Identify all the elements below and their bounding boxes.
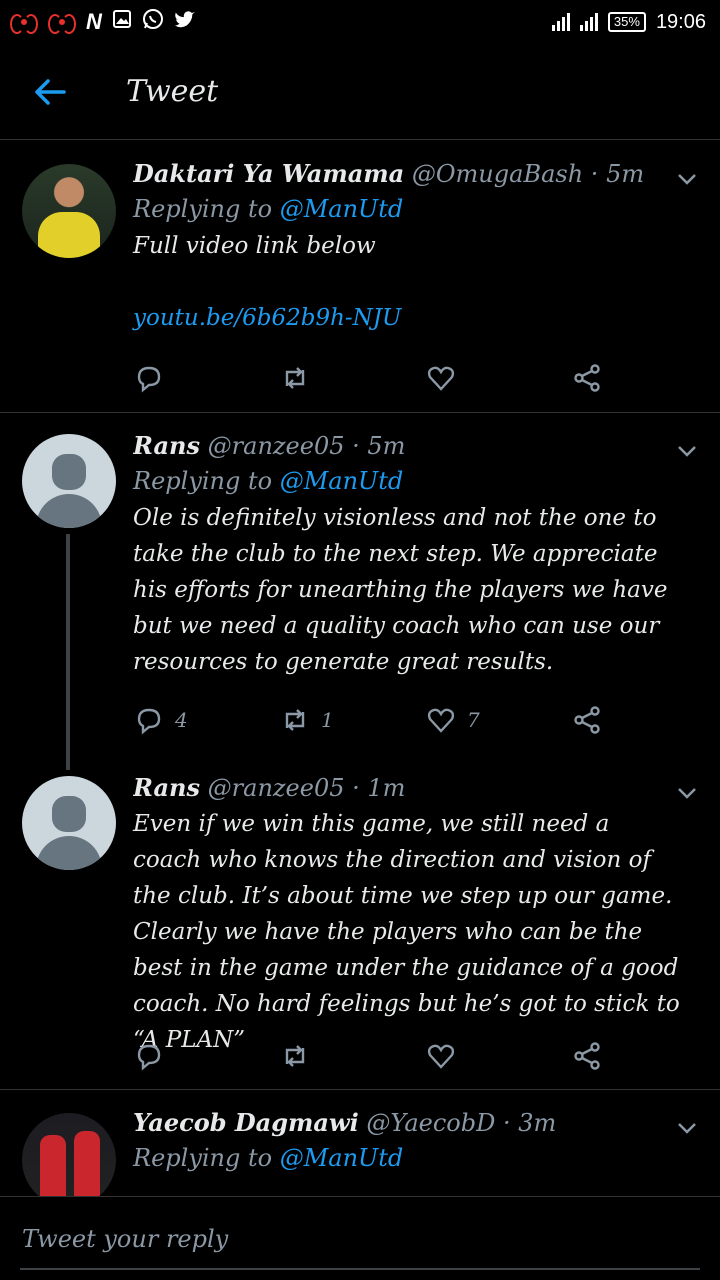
radio-broadcast-icon (10, 14, 38, 34)
tweet[interactable]: Rans @ranzee05 · 1m Even if we win this … (0, 760, 720, 1090)
like-button[interactable]: 7 (425, 700, 571, 740)
composer-underline (20, 1268, 700, 1270)
like-button[interactable] (425, 1036, 571, 1076)
share-icon (574, 1042, 600, 1070)
reply-input[interactable] (22, 1219, 698, 1259)
tweet-time: 5m (606, 160, 645, 188)
video-link[interactable]: youtu.be/6b62b9h-NJU (133, 300, 680, 336)
tweet-actions (133, 358, 613, 398)
avatar[interactable] (22, 434, 116, 528)
status-bar: N 35% 19:06 (0, 0, 720, 44)
tweet-time: 1m (367, 774, 406, 802)
user-handle: @YaecobD (366, 1109, 496, 1137)
tweet-header: Daktari Ya Wamama @OmugaBash · 5m (133, 159, 645, 188)
display-name[interactable]: Yaecob Dagmawi (133, 1108, 359, 1137)
retweet-button[interactable] (279, 358, 425, 398)
retweet-icon (285, 1045, 305, 1067)
display-name[interactable]: Rans (133, 431, 200, 460)
reply-icon (137, 708, 161, 735)
replying-to: Replying to @ManUtd (133, 195, 404, 223)
tweet[interactable]: Daktari Ya Wamama @OmugaBash · 5m Replyi… (0, 140, 720, 413)
mention-link[interactable]: @ManUtd (280, 467, 404, 495)
retweet-icon (285, 367, 305, 389)
mention-link[interactable]: @ManUtd (280, 1144, 404, 1172)
reply-icon (137, 1044, 161, 1071)
avatar[interactable] (22, 1113, 116, 1196)
reply-count: 4 (175, 708, 188, 732)
reply-icon (137, 366, 161, 393)
user-handle: @OmugaBash (411, 160, 584, 188)
top-bar: Tweet (0, 44, 720, 140)
like-count: 7 (467, 708, 480, 732)
share-icon (574, 706, 600, 734)
reply-button[interactable] (133, 358, 279, 398)
arrow-left-icon (35, 78, 66, 105)
radio-broadcast-icon (48, 14, 76, 34)
n-app-icon: N (86, 9, 102, 34)
tweet[interactable]: Yaecob Dagmawi @YaecobD · 3m Replying to… (0, 1091, 720, 1196)
retweet-button[interactable]: 1 (279, 700, 425, 740)
heart-icon (427, 708, 455, 733)
replying-to: Replying to @ManUtd (133, 467, 404, 495)
signal-strength-icon (579, 13, 598, 31)
tweet-header: Rans @ranzee05 · 5m (133, 431, 406, 460)
twitter-icon (174, 9, 196, 35)
heart-icon (427, 366, 455, 391)
heart-icon (427, 1044, 455, 1069)
battery-indicator: 35% (607, 12, 646, 32)
tweet-header: Yaecob Dagmawi @YaecobD · 3m (133, 1108, 557, 1137)
tweet-text: Ole is definitely visionless and not the… (133, 505, 668, 675)
reply-button[interactable]: 4 (133, 700, 279, 740)
like-button[interactable] (425, 358, 571, 398)
chevron-down-icon[interactable] (676, 440, 698, 462)
chevron-down-icon[interactable] (676, 1117, 698, 1139)
reply-composer (0, 1196, 720, 1280)
thread-connector (66, 534, 70, 770)
tweet-text: Full video link below (133, 233, 376, 259)
tweet-time: 5m (367, 432, 406, 460)
avatar[interactable] (22, 164, 116, 258)
retweet-button[interactable] (279, 1036, 425, 1076)
user-handle: @ranzee05 (207, 432, 345, 460)
tweet-actions (133, 1036, 613, 1076)
tweet-actions: 4 1 7 (133, 700, 613, 740)
tweet-text: Even if we win this game, we still need … (133, 811, 680, 1053)
tweet[interactable]: Rans @ranzee05 · 5m Replying to @ManUtd … (0, 414, 720, 770)
retweet-icon (285, 709, 305, 731)
share-button[interactable] (571, 700, 611, 740)
page-title: Tweet (126, 74, 219, 109)
chevron-down-icon[interactable] (676, 168, 698, 190)
retweet-count: 1 (321, 708, 334, 732)
avatar[interactable] (22, 776, 116, 870)
user-handle: @ranzee05 (207, 774, 345, 802)
share-button[interactable] (571, 1036, 611, 1076)
tweet-header: Rans @ranzee05 · 1m (133, 773, 406, 802)
share-icon (574, 364, 600, 392)
chevron-down-icon[interactable] (676, 782, 698, 804)
notification-icons: N (10, 8, 196, 36)
reply-feed[interactable]: Daktari Ya Wamama @OmugaBash · 5m Replyi… (0, 140, 720, 1196)
image-icon (112, 9, 132, 35)
signal-strength-icon (551, 13, 570, 31)
display-name[interactable]: Daktari Ya Wamama (133, 159, 404, 188)
system-indicators: 35% 19:06 (551, 10, 706, 34)
reply-button[interactable] (133, 1036, 279, 1076)
replying-to: Replying to @ManUtd (133, 1144, 404, 1172)
share-button[interactable] (571, 358, 611, 398)
mention-link[interactable]: @ManUtd (280, 195, 404, 223)
whatsapp-icon (142, 8, 164, 36)
back-button[interactable] (0, 44, 100, 140)
clock: 19:06 (655, 10, 706, 33)
display-name[interactable]: Rans (133, 773, 200, 802)
tweet-time: 3m (518, 1109, 557, 1137)
